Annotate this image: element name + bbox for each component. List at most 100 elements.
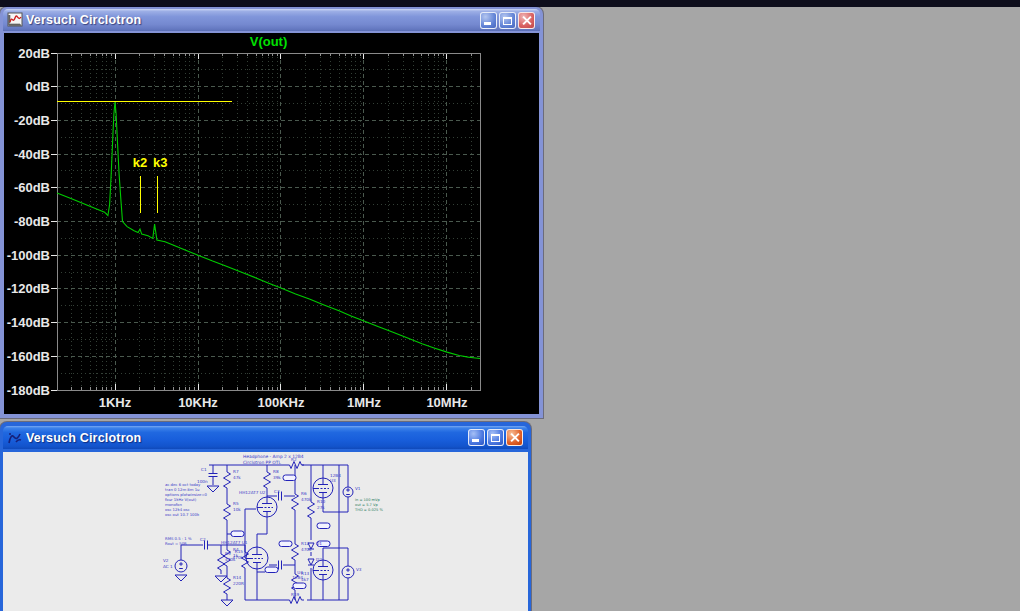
y-tick-label: 20dB (18, 46, 50, 61)
component-label: R2 (291, 457, 297, 462)
x-tick-label: 1MHz (347, 395, 381, 410)
component-label: R12 (301, 541, 310, 546)
net-label-flag (231, 531, 244, 537)
component-label: R7 (233, 469, 239, 474)
component-label: 10k (233, 507, 241, 512)
component-label: 220R (233, 581, 244, 586)
component-label: out = 5.7 Vp (355, 503, 378, 507)
component-label: 12B4 (292, 575, 303, 580)
component-label: 470k (301, 547, 312, 552)
minimize-button[interactable] (480, 12, 497, 29)
close-button[interactable] (506, 429, 523, 446)
spectrum-plot: 20dB0dB-20dB-40dB-60dB-80dB-100dB-120dB-… (4, 33, 539, 414)
close-button[interactable] (518, 12, 535, 29)
component-label: R5 (233, 501, 239, 506)
component-label: 100n (197, 479, 208, 484)
component-label: 27k (317, 505, 325, 510)
y-tick-label: -40dB (14, 147, 50, 162)
resistor (218, 550, 225, 574)
component-label: V1 (355, 486, 361, 491)
ground-symbol (215, 576, 227, 582)
maximize-icon (503, 17, 512, 25)
x-tick-label: 100KHz (258, 395, 305, 410)
harmonic-marker-label: k2 (133, 155, 147, 170)
component-label: 470k (233, 555, 244, 560)
harmonic-marker-label: k3 (153, 155, 167, 170)
component-label: 47k (233, 475, 241, 480)
x-tick-label: 1KHz (99, 395, 132, 410)
y-tick-label: -160dB (7, 349, 50, 364)
y-tick-label: -140dB (7, 315, 50, 330)
net-label-flag (293, 583, 306, 589)
component-label: R10 (317, 499, 326, 504)
top-edge-strip (0, 0, 1020, 7)
waveform-chart-icon (7, 12, 23, 28)
y-tick-label: -60dB (14, 180, 50, 195)
schematic-scribble-icon (7, 430, 23, 446)
plot-axis-labels: 20dB0dB-20dB-40dB-60dB-80dB-100dB-120dB-… (7, 46, 468, 411)
schematic-window-title: Versuch Circlotron (26, 431, 466, 445)
minimize-icon (484, 22, 491, 25)
y-tick-label: -80dB (14, 214, 50, 229)
maximize-button[interactable] (487, 429, 504, 446)
resistor (224, 500, 231, 524)
annotations: k2 k3 (57, 102, 232, 213)
net-label-flag (265, 567, 278, 573)
component-label: C2 (200, 537, 206, 542)
trace-name-label: V(out) (250, 34, 288, 49)
component-label: osc out 10.7 100k (165, 512, 200, 517)
component-label: C1 (201, 467, 207, 472)
close-icon (507, 430, 522, 445)
component-label: Rout = 50R (165, 541, 187, 546)
resistor (292, 490, 299, 514)
schematic-labels: Headphone - Amp 2 x 12B4Circlotron PP OT… (163, 454, 383, 597)
x-tick-label: 10MHz (426, 395, 468, 410)
maximize-button[interactable] (499, 12, 516, 29)
close-icon (519, 13, 534, 28)
component-label: U3 (330, 478, 336, 483)
diode (308, 559, 314, 565)
net-label-flag (283, 475, 296, 481)
component-label: R14 (233, 575, 242, 580)
component-label: 39k (273, 475, 281, 480)
schematic-window: Versuch Circlotron Headphone - Amp 2 x 1… (0, 422, 531, 611)
vout-trace (57, 102, 480, 359)
plot-window-titlebar[interactable]: Versuch Circlotron (3, 9, 540, 31)
resistor (264, 468, 271, 492)
plot-window-title: Versuch Circlotron (26, 13, 478, 27)
component-label: R9 (225, 551, 231, 556)
minimize-button[interactable] (468, 429, 485, 446)
schematic-pane[interactable]: Headphone - Amp 2 x 12B4Circlotron PP OT… (3, 452, 528, 611)
component-label: R8 (273, 469, 279, 474)
ground-symbol (207, 486, 219, 492)
y-tick-label: 0dB (25, 79, 50, 94)
component-label: V3 (356, 567, 362, 572)
circuit-schematic: Headphone - Amp 2 x 12B4Circlotron PP OT… (3, 452, 528, 611)
minimize-icon (472, 439, 479, 442)
x-tick-label: 10KHz (178, 395, 218, 410)
resistor (292, 540, 299, 564)
component-label: AC 1 (163, 564, 173, 569)
component-label: C3 (274, 489, 280, 494)
voltage-source (342, 566, 354, 578)
component-label: HH12AT7 U2 (239, 490, 266, 495)
component-label: Circlotron PP OTL (243, 460, 281, 465)
y-tick-label: -20dB (14, 113, 50, 128)
resistor (224, 468, 231, 492)
waveform-plot-pane[interactable]: 20dB0dB-20dB-40dB-60dB-80dB-100dB-120dB-… (4, 33, 539, 414)
component-label: HH12AT7 U1 (221, 540, 248, 545)
component-label: in = 100 mVp (355, 498, 381, 502)
component-label: 470k (301, 497, 312, 502)
y-tick-label: -180dB (7, 383, 50, 398)
component-label: D2 (316, 557, 322, 562)
component-label: R19 (291, 592, 300, 597)
schematic-window-titlebar[interactable]: Versuch Circlotron (3, 426, 528, 449)
resistor (308, 498, 315, 522)
net-label-flag (317, 523, 330, 529)
ground-symbol (221, 600, 233, 606)
voltage-source (175, 560, 187, 572)
ground-symbol (175, 575, 187, 581)
component-label: D1 (316, 541, 322, 546)
net-label-flag (279, 541, 292, 547)
component-label: V2 (163, 558, 169, 563)
